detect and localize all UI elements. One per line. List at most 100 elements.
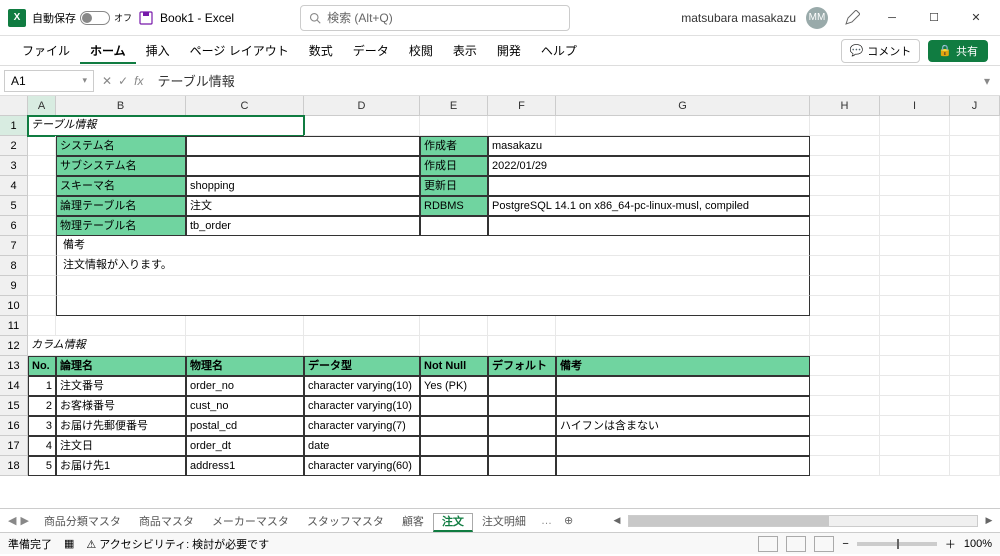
formula-expand-button[interactable]: ▾	[978, 74, 996, 88]
cell[interactable]	[950, 116, 1000, 136]
cell[interactable]	[880, 396, 950, 416]
cell[interactable]	[556, 116, 810, 136]
cell[interactable]: 5	[28, 456, 56, 476]
row-header-1[interactable]: 1	[0, 116, 28, 136]
cell[interactable]: お客様番号	[56, 396, 186, 416]
formula-input[interactable]: テーブル情報	[151, 69, 974, 92]
pen-icon[interactable]	[838, 10, 866, 26]
cell[interactable]: 3	[28, 416, 56, 436]
chevron-down-icon[interactable]: ▾	[82, 75, 87, 86]
row-header-2[interactable]: 2	[0, 136, 28, 156]
minimize-button[interactable]: ─	[876, 4, 908, 32]
cell[interactable]	[950, 236, 1000, 256]
cell[interactable]	[488, 176, 810, 196]
cell[interactable]	[28, 316, 56, 336]
cell[interactable]	[950, 436, 1000, 456]
cell[interactable]	[880, 136, 950, 156]
cell[interactable]: cust_no	[186, 396, 304, 416]
row-header-10[interactable]: 10	[0, 296, 28, 316]
sheet-tab-6[interactable]: 注文明細	[473, 513, 535, 531]
section-title-columns[interactable]: カラム情報	[28, 336, 186, 356]
cell[interactable]	[950, 396, 1000, 416]
cell[interactable]	[810, 216, 880, 236]
ribbon-tab-1[interactable]: ホーム	[80, 40, 136, 64]
page-break-view-button[interactable]	[814, 536, 834, 552]
cell[interactable]	[56, 296, 810, 316]
horizontal-scrollbar[interactable]	[628, 515, 978, 527]
cell[interactable]	[488, 416, 556, 436]
cell[interactable]	[950, 216, 1000, 236]
cell[interactable]: order_no	[186, 376, 304, 396]
cell[interactable]	[810, 236, 880, 256]
search-input[interactable]: 検索 (Alt+Q)	[300, 5, 570, 31]
row-header-18[interactable]: 18	[0, 456, 28, 476]
cell[interactable]	[880, 376, 950, 396]
add-sheet-button[interactable]: ⊕	[558, 512, 579, 529]
hscroll-left-button[interactable]: ◀	[610, 514, 624, 528]
cell[interactable]: postal_cd	[186, 416, 304, 436]
row-header-12[interactable]: 12	[0, 336, 28, 356]
cell[interactable]	[186, 336, 304, 356]
zoom-slider[interactable]	[857, 542, 937, 546]
cell[interactable]	[488, 116, 556, 136]
cell[interactable]	[304, 116, 420, 136]
cell[interactable]	[950, 456, 1000, 476]
col-header-H[interactable]: H	[810, 96, 880, 116]
cell[interactable]	[420, 456, 488, 476]
cell[interactable]: 2022/01/29	[488, 156, 810, 176]
cell[interactable]	[556, 436, 810, 456]
cell[interactable]: PostgreSQL 14.1 on x86_64-pc-linux-musl,…	[488, 196, 810, 216]
ribbon-tab-4[interactable]: 数式	[299, 40, 343, 62]
share-button[interactable]: 🔒 共有	[928, 40, 988, 62]
cell[interactable]	[950, 176, 1000, 196]
cell[interactable]	[488, 436, 556, 456]
cell[interactable]	[420, 316, 488, 336]
name-box[interactable]: A1 ▾	[4, 70, 94, 92]
cell[interactable]: 4	[28, 436, 56, 456]
col-header-B[interactable]: B	[56, 96, 186, 116]
select-all-corner[interactable]	[0, 96, 28, 116]
cell[interactable]	[28, 276, 56, 296]
cell[interactable]	[810, 256, 880, 276]
fx-icon[interactable]: fx	[134, 74, 143, 88]
cell[interactable]: システム名	[56, 136, 186, 156]
cell[interactable]: character varying(10)	[304, 396, 420, 416]
col-header-F[interactable]: F	[488, 96, 556, 116]
cell[interactable]	[810, 116, 880, 136]
cell[interactable]	[950, 416, 1000, 436]
col-header-D[interactable]: D	[304, 96, 420, 116]
col-header-I[interactable]: I	[880, 96, 950, 116]
sheet-tab-1[interactable]: 商品マスタ	[130, 513, 203, 531]
cell[interactable]	[488, 316, 556, 336]
cell[interactable]: tb_order	[186, 216, 420, 236]
cell[interactable]	[880, 456, 950, 476]
cell[interactable]	[556, 316, 810, 336]
accessibility-status[interactable]: ⚠アクセシビリティ: 検討が必要です	[86, 536, 269, 552]
cell[interactable]	[950, 376, 1000, 396]
sheet-more-icon[interactable]: …	[537, 515, 556, 527]
cell[interactable]: RDBMS	[420, 196, 488, 216]
cell[interactable]	[28, 136, 56, 156]
cell[interactable]	[28, 256, 56, 276]
ribbon-tab-3[interactable]: ページ レイアウト	[180, 40, 299, 62]
ribbon-tab-9[interactable]: ヘルプ	[531, 40, 587, 62]
row-header-9[interactable]: 9	[0, 276, 28, 296]
cell[interactable]	[28, 296, 56, 316]
cell[interactable]	[880, 176, 950, 196]
cell[interactable]	[28, 176, 56, 196]
comment-button[interactable]: 💬 コメント	[841, 39, 921, 63]
cancel-icon[interactable]: ✕	[102, 74, 112, 88]
cell[interactable]: 注文番号	[56, 376, 186, 396]
col-header-G[interactable]: G	[556, 96, 810, 116]
cell[interactable]: order_dt	[186, 436, 304, 456]
save-icon[interactable]	[138, 10, 154, 26]
cell[interactable]: character varying(10)	[304, 376, 420, 396]
cell[interactable]	[950, 356, 1000, 376]
note-label[interactable]: 備考	[56, 236, 810, 256]
cell[interactable]	[488, 336, 556, 356]
cell[interactable]	[556, 396, 810, 416]
cell[interactable]	[488, 396, 556, 416]
confirm-icon[interactable]: ✓	[118, 74, 128, 88]
cell[interactable]: 論理テーブル名	[56, 196, 186, 216]
cell[interactable]: 注文	[186, 196, 420, 216]
